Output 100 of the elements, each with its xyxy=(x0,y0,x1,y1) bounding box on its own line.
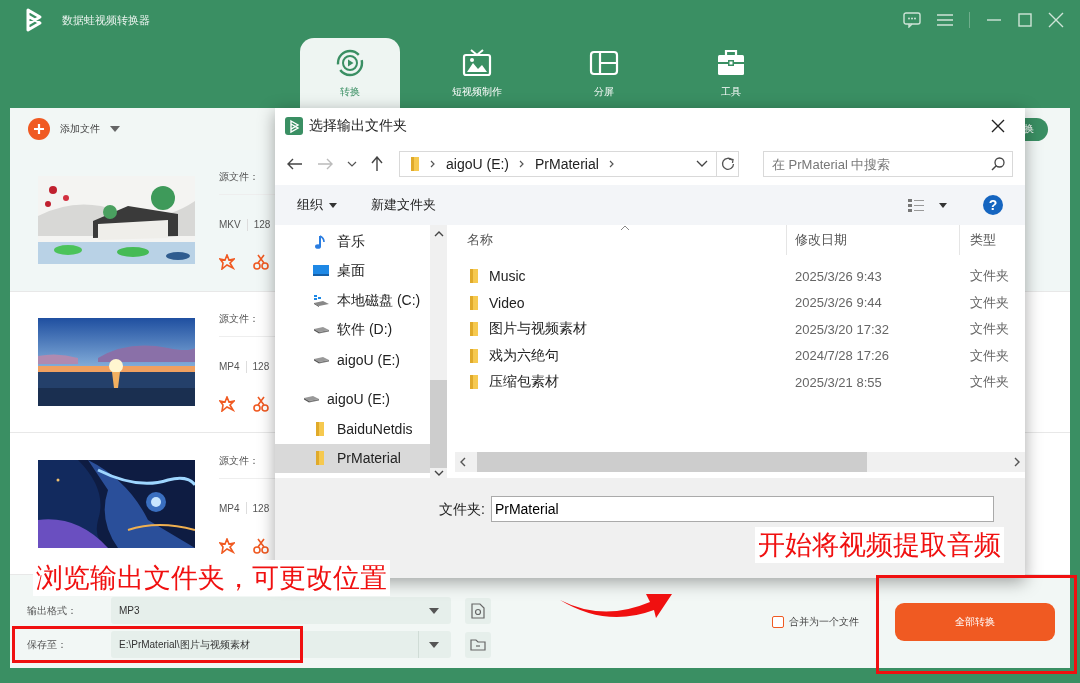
format-text: MKV xyxy=(219,219,241,231)
folder-row[interactable]: Video 2025/3/26 9:44 文件夹 xyxy=(455,289,1025,316)
nav-item[interactable]: PrMaterial xyxy=(275,443,430,473)
folder-icon xyxy=(467,294,479,311)
up-icon[interactable] xyxy=(371,156,383,172)
nav-item[interactable]: 桌面 xyxy=(275,256,430,286)
annotation-text: 浏览输出文件夹，可更改位置 xyxy=(33,560,390,596)
video-icon xyxy=(461,47,493,79)
add-button[interactable] xyxy=(28,118,50,140)
format-settings-button[interactable] xyxy=(465,597,491,624)
scroll-down-icon[interactable] xyxy=(433,470,444,476)
close-icon[interactable] xyxy=(991,118,1005,133)
bitrate-text: 128 xyxy=(252,502,270,514)
scissors-icon[interactable] xyxy=(253,537,269,554)
scroll-right-icon[interactable] xyxy=(1013,457,1021,467)
drive-icon xyxy=(303,395,319,404)
folder-row[interactable]: 戏为六绝句 2024/7/28 17:26 文件夹 xyxy=(455,342,1025,369)
app-title: 数据蛙视频转换器 xyxy=(62,12,150,28)
folder-row[interactable]: 压缩包素材 2025/3/21 8:55 文件夹 xyxy=(455,369,1025,396)
add-file-label[interactable]: 添加文件 xyxy=(60,122,100,136)
sort-icon xyxy=(620,225,630,231)
caret-icon[interactable] xyxy=(939,202,947,208)
column-header[interactable]: 名称 xyxy=(467,231,493,249)
drive-icon xyxy=(313,326,329,335)
menu-icon[interactable] xyxy=(937,13,953,27)
nav-item[interactable]: 软件 (D:) xyxy=(275,315,430,345)
scrollbar-thumb[interactable] xyxy=(477,452,867,472)
folder-icon xyxy=(467,268,479,285)
maximize-icon[interactable] xyxy=(1018,13,1032,27)
bitrate-text: 128 xyxy=(252,361,270,372)
caret-icon xyxy=(429,607,439,614)
breadcrumb-item[interactable]: aigoU (E:) xyxy=(446,156,510,172)
help-button[interactable]: ? xyxy=(983,195,1003,215)
format-select[interactable]: MP3 xyxy=(111,597,451,624)
merge-label[interactable]: 合并为一个文件 xyxy=(789,615,859,629)
address-bar[interactable]: aigoU (E:) PrMaterial xyxy=(399,151,718,177)
source-label: 源文件： xyxy=(219,171,259,183)
format-label: 输出格式： xyxy=(27,603,78,618)
merge-checkbox[interactable] xyxy=(772,616,784,628)
tab[interactable]: 转换 xyxy=(300,38,400,108)
folder-icon xyxy=(408,156,420,172)
nav-item[interactable]: aigoU (E:) xyxy=(275,345,430,375)
nav-item[interactable]: aigoU (E:) xyxy=(275,384,430,414)
annotation-text: 开始将视频提取音频 xyxy=(755,527,1004,563)
chevron-down-icon[interactable] xyxy=(347,161,357,167)
column-header[interactable]: 修改日期 xyxy=(795,231,847,249)
browse-folder-button[interactable] xyxy=(465,631,491,658)
app-logo xyxy=(285,116,303,135)
source-label: 源文件： xyxy=(219,313,259,324)
starburst-icon[interactable] xyxy=(219,396,235,412)
refresh-icon xyxy=(720,157,735,171)
chevron-icon xyxy=(608,160,615,168)
nav-item[interactable]: BaiduNetdis xyxy=(275,414,430,444)
source-label: 源文件： xyxy=(219,454,259,466)
folder-icon xyxy=(470,638,486,651)
format-text: MP4 xyxy=(219,361,240,372)
folder-row[interactable]: Music 2025/3/26 9:43 文件夹 xyxy=(455,263,1025,290)
plus-icon xyxy=(33,123,45,135)
caret-icon xyxy=(429,641,439,648)
search-icon xyxy=(991,157,1005,171)
save-label: 保存至： xyxy=(27,637,68,652)
scroll-left-icon[interactable] xyxy=(459,457,467,467)
starburst-icon[interactable] xyxy=(219,537,235,554)
back-icon[interactable] xyxy=(287,158,303,170)
refresh-button[interactable] xyxy=(717,151,739,177)
dialog-title: 选择输出文件夹 xyxy=(309,116,407,135)
tab[interactable]: 工具 xyxy=(681,38,781,108)
forward-icon[interactable] xyxy=(317,158,333,170)
organize-menu[interactable]: 组织 xyxy=(297,196,337,214)
folder-icon xyxy=(467,347,479,364)
folder-name-field[interactable]: PrMaterial xyxy=(490,496,994,522)
convert-icon xyxy=(334,47,366,79)
column-header[interactable]: 类型 xyxy=(970,232,996,247)
scrollbar-thumb[interactable] xyxy=(430,380,447,468)
folder-icon xyxy=(467,374,479,391)
caret-icon xyxy=(329,202,337,208)
folder-icon xyxy=(467,321,479,338)
tab[interactable]: 分屏 xyxy=(554,38,654,108)
scissors-icon[interactable] xyxy=(253,396,269,412)
format-text: MP4 xyxy=(219,502,240,514)
drive-icon xyxy=(313,355,329,364)
caret-icon[interactable] xyxy=(110,126,120,132)
view-list-icon[interactable] xyxy=(907,198,925,212)
gear-file-icon xyxy=(471,602,485,619)
breadcrumb-item[interactable]: PrMaterial xyxy=(535,156,599,172)
folder-row[interactable]: 图片与视频素材 2025/3/20 17:32 文件夹 xyxy=(455,316,1025,343)
tab[interactable]: 短视频制作 xyxy=(427,38,527,108)
chevron-icon xyxy=(430,160,436,168)
chevron-down-icon[interactable] xyxy=(696,160,709,168)
scroll-up-icon[interactable] xyxy=(433,231,444,237)
scissors-icon[interactable] xyxy=(253,254,269,271)
drive-icon xyxy=(313,292,329,309)
nav-item[interactable]: 本地磁盘 (C:) xyxy=(275,286,430,316)
nav-item[interactable]: 音乐 xyxy=(275,227,430,257)
search-field[interactable]: 在 PrMaterial 中搜索 xyxy=(763,151,1013,177)
save-path-select[interactable]: E:\PrMaterial\图片与视频素材 xyxy=(111,631,451,658)
new-folder-button[interactable]: 新建文件夹 xyxy=(371,196,436,214)
chat-icon[interactable] xyxy=(903,12,921,28)
bitrate-text: 128 xyxy=(253,219,271,231)
starburst-icon[interactable] xyxy=(219,254,235,271)
